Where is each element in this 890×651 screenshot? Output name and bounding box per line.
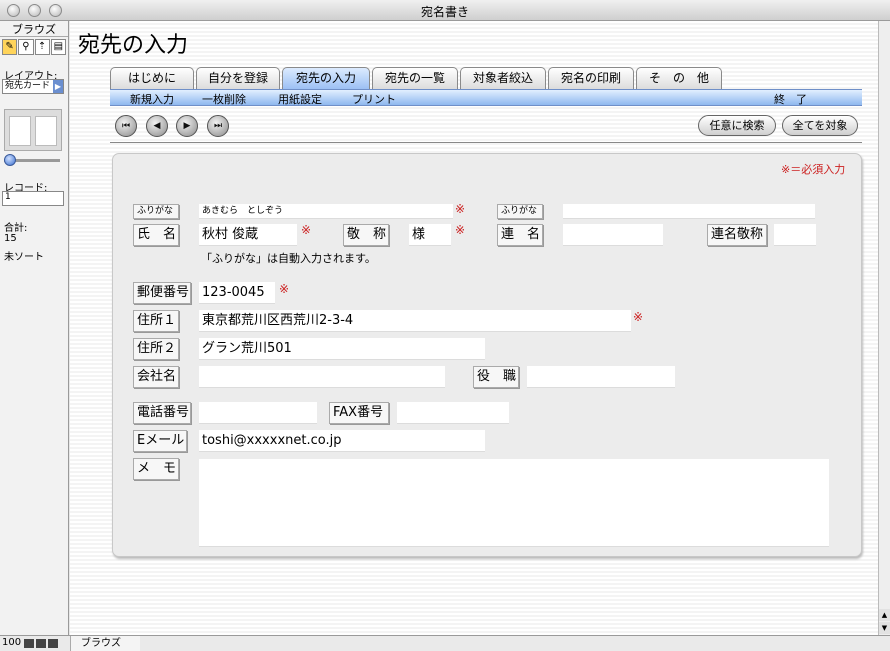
quit-button[interactable]: 終 了 — [774, 91, 807, 107]
bottom-status-bar: 100 ブラウズ — [0, 635, 890, 651]
email-field[interactable]: toshi@xxxxxnet.co.jp — [199, 430, 485, 452]
furigana-hint: 「ふりがな」は自動入力されます。 — [201, 252, 376, 265]
furigana2-field[interactable] — [563, 204, 815, 219]
zoom-controls — [24, 639, 66, 649]
name-label: 氏 名 — [133, 224, 179, 246]
joint-honorific-label: 連名敬称 — [707, 224, 767, 246]
company-label: 会社名 — [133, 366, 179, 388]
fax-label: FAX番号 — [329, 402, 389, 424]
last-record-icon[interactable]: ⏭ — [207, 115, 229, 137]
phone-label: 電話番号 — [133, 402, 191, 424]
tab-address-entry[interactable]: 宛先の入力 — [282, 67, 370, 89]
print-button[interactable]: プリント — [352, 91, 396, 107]
tab-other[interactable]: そ の 他 — [636, 67, 722, 89]
zip-field[interactable]: 123-0045 — [199, 282, 275, 304]
required-note: ※＝必須入力 — [781, 161, 845, 177]
joint-name-field[interactable] — [563, 224, 663, 246]
position-field[interactable] — [527, 366, 675, 388]
scroll-up-icon[interactable]: ▲ — [879, 609, 890, 621]
layout-popup-value: 宛先カード — [5, 81, 51, 91]
sub-menu-bar: 新規入力 一枚削除 用紙設定 プリント 終 了 — [110, 89, 862, 106]
zoom-in-icon[interactable] — [36, 639, 46, 648]
furigana-label: ふりがな — [133, 204, 179, 219]
joint-honorific-field[interactable] — [774, 224, 816, 246]
sort-status: 未ソート — [4, 252, 44, 263]
tab-bar: はじめに 自分を登録 宛先の入力 宛先の一覧 対象者絞込 宛名の印刷 そ の 他 — [110, 67, 722, 89]
zip-required-mark: ※ — [279, 282, 290, 296]
toolbar-divider — [110, 142, 862, 143]
layout-popup[interactable]: 宛先カード ▶ — [2, 79, 64, 94]
entry-form-panel: ※＝必須入力 ふりがな あきむら としぞう ※ ふりがな 氏 名 秋村 俊蔵 ※… — [112, 153, 862, 557]
book-icon[interactable] — [4, 109, 62, 151]
next-record-icon[interactable]: ▶ — [176, 115, 198, 137]
mode-tool-row: ✎ ⚲ ⇡ ▤ — [2, 39, 66, 55]
zoom-level[interactable]: 100 — [2, 637, 21, 648]
book-left-page[interactable] — [9, 116, 31, 146]
honorific-required-mark: ※ — [455, 223, 466, 237]
vertical-scrollbar[interactable]: ▲ ▼ — [878, 21, 890, 635]
furigana2-label: ふりがな — [497, 204, 543, 219]
record-slider-knob[interactable] — [4, 154, 16, 166]
first-record-icon[interactable]: ⏮ — [115, 115, 137, 137]
tab-print-labels[interactable]: 宛名の印刷 — [548, 67, 634, 89]
address1-field[interactable]: 東京都荒川区西荒川2-3-4 — [199, 310, 631, 332]
toggle-status-icon[interactable] — [48, 639, 58, 648]
record-number-input[interactable]: 1 — [2, 191, 64, 206]
status-area: ブラウズ ✎ ⚲ ⇡ ▤ レイアウト: 宛先カード ▶ レコード: 1 合計: … — [0, 21, 69, 635]
scroll-down-icon[interactable]: ▼ — [879, 622, 890, 634]
name-required-mark: ※ — [301, 223, 312, 237]
mode-label: ブラウズ — [0, 21, 68, 37]
joint-name-label: 連 名 — [497, 224, 543, 246]
memo-field[interactable] — [199, 459, 829, 547]
layout-area: 宛先の入力 はじめに 自分を登録 宛先の入力 宛先の一覧 対象者絞込 宛名の印刷… — [70, 21, 878, 635]
total-label: 合計: — [4, 223, 28, 234]
address2-label: 住所２ — [133, 338, 179, 360]
zoom-out-icon[interactable] — [24, 639, 34, 648]
find-button[interactable]: 任意に検索 — [698, 115, 776, 136]
window-title: 宛名書き — [420, 5, 469, 19]
furigana-field[interactable]: あきむら としぞう — [199, 204, 453, 219]
page-title: 宛先の入力 — [78, 33, 189, 58]
delete-record-button[interactable]: 一枚削除 — [202, 91, 246, 107]
furigana-required-mark: ※ — [455, 202, 466, 216]
required-note-text: ※＝必須入力 — [781, 163, 846, 176]
honorific-label: 敬 称 — [343, 224, 389, 246]
browse-mode-icon[interactable]: ✎ — [2, 39, 18, 55]
address2-field[interactable]: グラン荒川501 — [199, 338, 485, 360]
address1-required-mark: ※ — [633, 310, 644, 324]
window-titlebar: 宛名書き — [0, 0, 890, 21]
new-record-button[interactable]: 新規入力 — [130, 91, 174, 107]
previous-record-icon[interactable]: ◀ — [146, 115, 168, 137]
mode-popup[interactable]: ブラウズ — [70, 636, 140, 651]
zip-label: 郵便番号 — [133, 282, 191, 304]
phone-field[interactable] — [199, 402, 317, 424]
position-label: 役 職 — [473, 366, 519, 388]
address1-label: 住所１ — [133, 310, 179, 332]
email-label: Eメール — [133, 430, 187, 452]
fax-field[interactable] — [397, 402, 509, 424]
layout-mode-icon[interactable]: ⇡ — [34, 39, 50, 55]
company-field[interactable] — [199, 366, 445, 388]
show-all-button[interactable]: 全てを対象 — [782, 115, 858, 136]
tab-filter[interactable]: 対象者絞込 — [460, 67, 546, 89]
name-field[interactable]: 秋村 俊蔵 — [199, 224, 297, 246]
tab-register-self[interactable]: 自分を登録 — [196, 67, 280, 89]
honorific-field[interactable]: 様 — [409, 224, 451, 246]
page-setup-button[interactable]: 用紙設定 — [278, 91, 322, 107]
total-value: 15 — [4, 233, 17, 244]
book-right-page[interactable] — [35, 116, 57, 146]
popup-arrow-icon: ▶ — [53, 80, 63, 93]
tab-address-list[interactable]: 宛先の一覧 — [372, 67, 458, 89]
tab-intro[interactable]: はじめに — [110, 67, 194, 89]
memo-label: メ モ — [133, 458, 179, 480]
preview-mode-icon[interactable]: ▤ — [50, 39, 66, 55]
find-mode-icon[interactable]: ⚲ — [18, 39, 34, 55]
